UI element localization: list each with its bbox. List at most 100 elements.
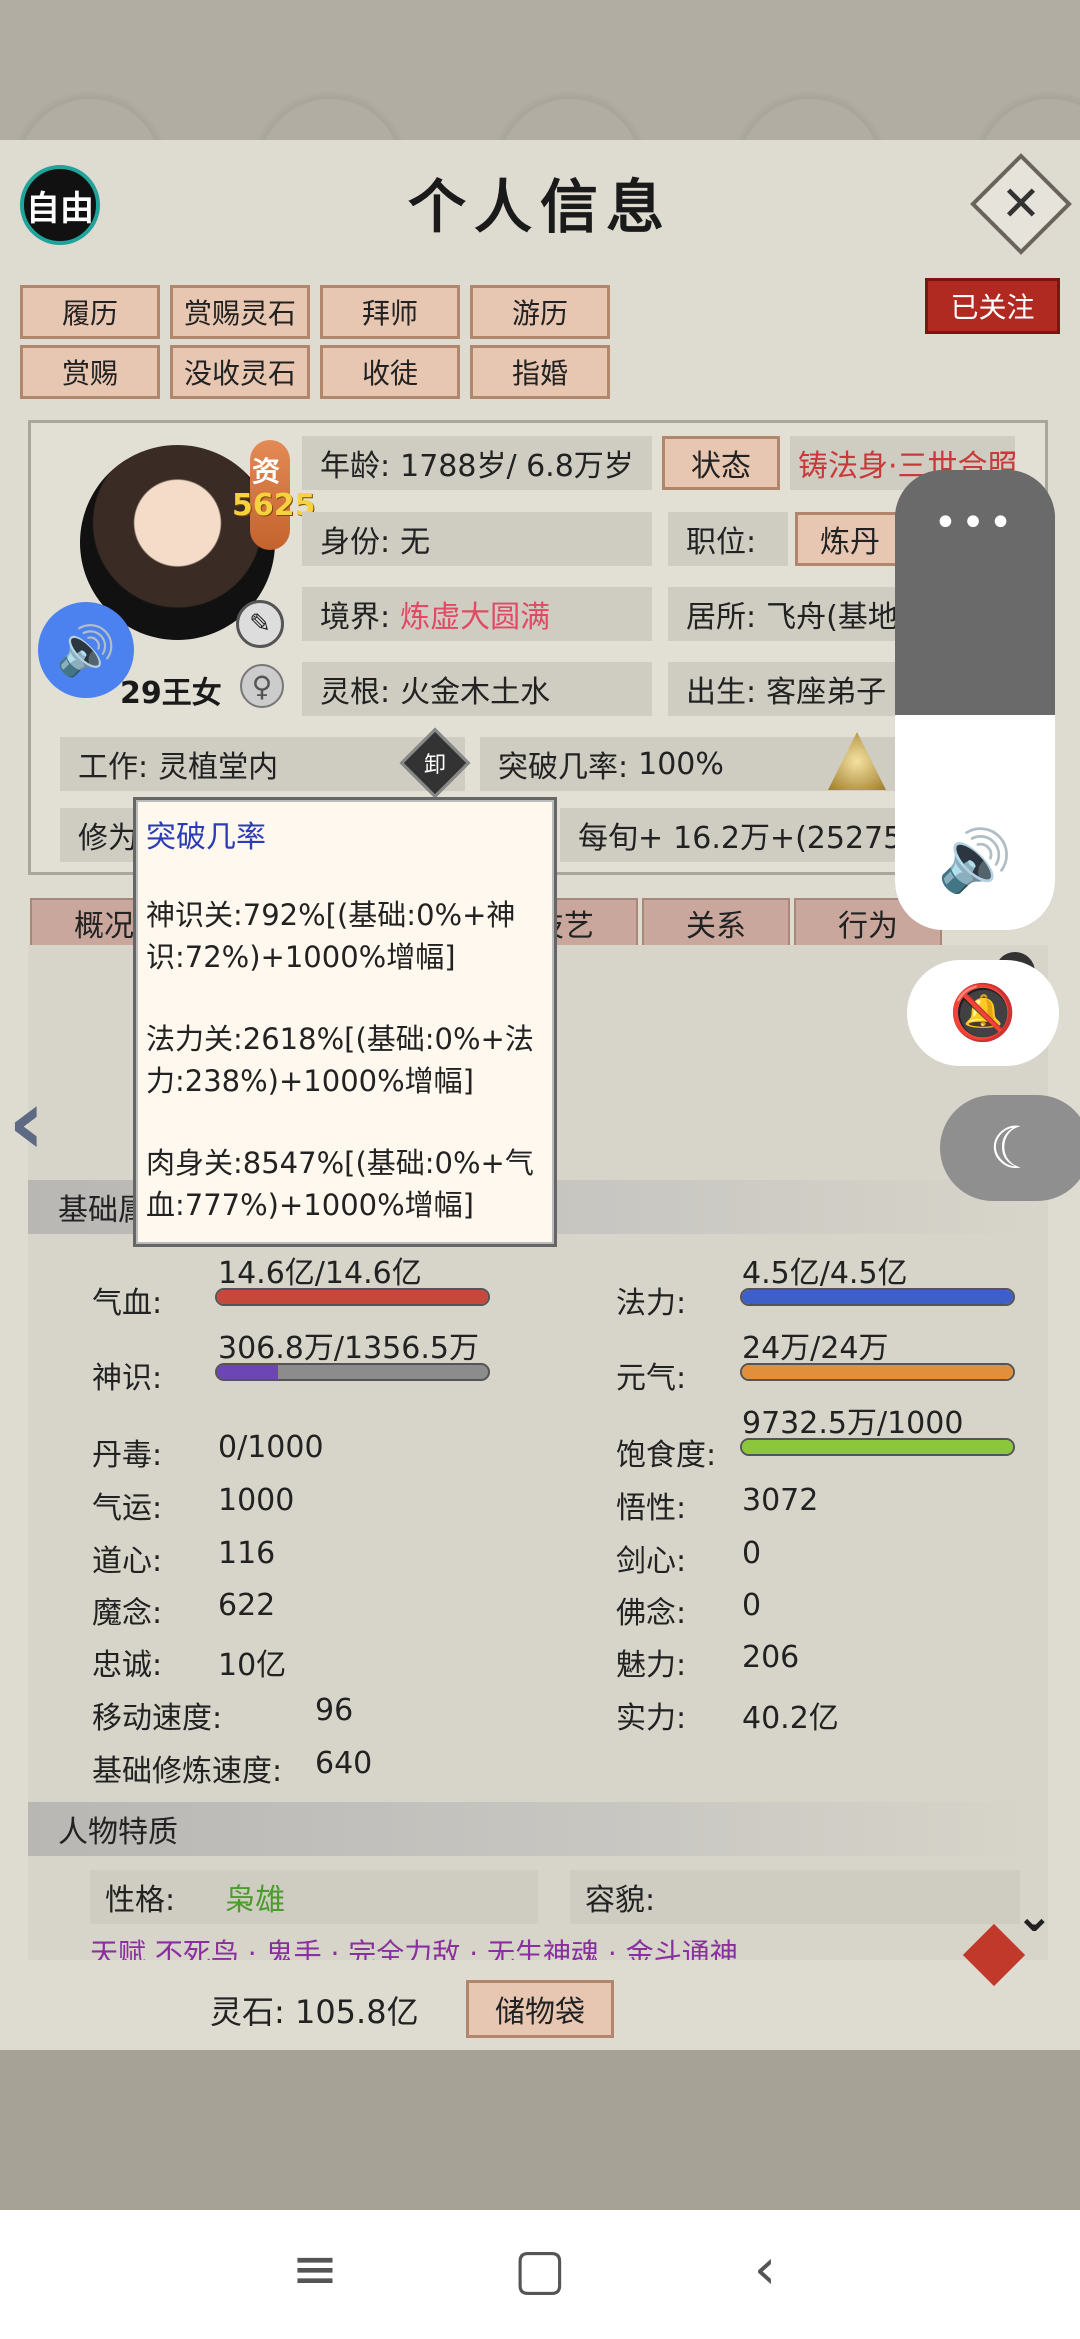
post-label: 职位: <box>686 525 757 560</box>
traits-header: 人物特质 <box>28 1802 1028 1856</box>
top-wave-background <box>0 0 1080 150</box>
age-label: 年龄: <box>320 449 391 484</box>
wisdom-value: 3072 <box>742 1483 819 1518</box>
personality-field: 性格: 枭雄 <box>90 1870 538 1924</box>
tooltip-title: 突破几率 <box>146 820 266 855</box>
charm-value: 206 <box>742 1640 800 1675</box>
follow-button[interactable]: 已关注 <box>925 278 1060 334</box>
back-icon[interactable]: ‹ <box>725 2237 805 2302</box>
breakthrough-tooltip: 突破几率 神识关:792%[(基础:0%+神识:72%)+1000%增幅] 法力… <box>133 797 557 1247</box>
sense-bar <box>215 1363 490 1381</box>
status-button[interactable]: 状态 <box>662 436 780 490</box>
qi-label: 元气: <box>616 1361 687 1396</box>
satiety-value: 9732.5万/1000 <box>742 1406 964 1441</box>
realm-label: 境界: <box>320 600 391 635</box>
age-value: 1788岁/ 6.8万岁 <box>400 449 634 484</box>
mana-label: 法力: <box>616 1286 687 1321</box>
poison-value: 0/1000 <box>218 1430 324 1465</box>
birth-label: 出生: <box>686 675 757 710</box>
close-icon[interactable]: ✕ <box>985 168 1057 240</box>
poison-label: 丹毒: <box>92 1438 163 1473</box>
personality-label: 性格: <box>105 1883 176 1918</box>
break-chance-value: 100% <box>638 746 724 782</box>
realm-value: 炼虚大圆满 <box>400 600 551 635</box>
volume-slider-panel[interactable]: ••• 🔊 <box>895 470 1055 930</box>
blood-value: 14.6亿/14.6亿 <box>218 1256 422 1291</box>
panel-bottom-band <box>0 2050 1080 2210</box>
apprentice-button[interactable]: 拜师 <box>320 285 460 339</box>
more-options-icon[interactable]: ••• <box>895 500 1055 546</box>
unload-job-label[interactable]: 卸 <box>410 738 460 788</box>
spirit-stone-amount: 灵石: 105.8亿 <box>210 1993 419 2031</box>
arrange-marriage-button[interactable]: 指婚 <box>470 345 610 399</box>
break-chance-label: 突破几率: <box>498 750 629 785</box>
identity-label: 身份: <box>320 525 391 560</box>
reward-stone-button[interactable]: 赏赐灵石 <box>170 285 310 339</box>
base-cultivation-label: 基础修炼速度: <box>92 1754 283 1789</box>
brush-icon[interactable]: ✎ <box>236 600 284 648</box>
sword-heart-value: 0 <box>742 1536 762 1571</box>
tooltip-line-sense: 神识关:792%[(基础:0%+神识:72%)+1000%增幅] <box>146 898 516 974</box>
volume-floating-button[interactable]: 🔊 <box>38 602 134 698</box>
job-value: 灵植堂内 <box>158 750 279 785</box>
tab-relations[interactable]: 关系 <box>642 898 790 948</box>
character-name: 29王女 <box>120 676 222 711</box>
blood-label: 气血: <box>92 1286 163 1321</box>
cultivation-label: 修为 <box>78 821 138 856</box>
looks-label: 容貌: <box>585 1883 656 1918</box>
age-field: 年龄: 1788岁/ 6.8万岁 <box>302 436 652 490</box>
wisdom-label: 悟性: <box>616 1491 687 1526</box>
storage-bag-button[interactable]: 储物袋 <box>466 1980 614 2038</box>
post-field: 职位: <box>668 512 788 566</box>
looks-field: 容貌: <box>570 1870 1020 1924</box>
mute-bell-icon[interactable]: 🔕 <box>907 960 1059 1066</box>
sword-heart-label: 剑心: <box>616 1544 687 1579</box>
confiscate-stone-button[interactable]: 没收灵石 <box>170 345 310 399</box>
dao-heart-value: 116 <box>218 1536 276 1571</box>
blood-bar-fill <box>217 1290 488 1304</box>
take-disciple-button[interactable]: 收徒 <box>320 345 460 399</box>
birth-value: 客座弟子 <box>766 675 887 710</box>
residence-value: 飞舟(基地 <box>766 600 898 635</box>
sense-bar-fill <box>217 1365 279 1379</box>
luck-label: 气运: <box>92 1491 163 1526</box>
reward-button[interactable]: 赏赐 <box>20 345 160 399</box>
luck-value: 1000 <box>218 1483 295 1518</box>
sense-label: 神识: <box>92 1361 163 1396</box>
sense-value: 306.8万/1356.5万 <box>218 1331 479 1366</box>
mana-bar <box>740 1288 1015 1306</box>
prev-character-arrow-icon[interactable]: ‹ <box>8 1070 45 1175</box>
satiety-bar <box>740 1438 1015 1456</box>
scroll-down-chevron-icon[interactable]: ⌄ <box>1015 1888 1054 1942</box>
buddha-thought-label: 佛念: <box>616 1596 687 1631</box>
speaker-icon: 🔊 <box>937 826 1013 896</box>
menu-icon[interactable]: ≡ <box>275 2237 355 2302</box>
buddha-thought-value: 0 <box>742 1588 762 1623</box>
move-speed-label: 移动速度: <box>92 1701 223 1736</box>
tooltip-line-body: 肉身关:8547%[(基础:0%+气血:777%)+1000%增幅] <box>146 1146 534 1222</box>
satiety-label: 饱食度: <box>616 1438 717 1473</box>
personality-value: 枭雄 <box>225 1883 286 1918</box>
realm-field: 境界: 炼虚大圆满 <box>302 587 652 641</box>
night-mode-moon-icon[interactable]: ☾ <box>940 1095 1080 1201</box>
female-gender-icon: ♀ <box>240 664 284 708</box>
resume-button[interactable]: 履历 <box>20 285 160 339</box>
per-turn-field: 每旬+ 16.2万+(25275 <box>560 808 900 862</box>
root-field: 灵根: 火金木土水 <box>302 662 652 716</box>
mana-bar-fill <box>742 1290 1013 1304</box>
home-icon[interactable]: ▢ <box>500 2237 580 2302</box>
aptitude-label: 资 <box>252 455 281 488</box>
mana-value: 4.5亿/4.5亿 <box>742 1256 908 1291</box>
birth-field: 出生: 客座弟子 <box>668 662 898 716</box>
charm-label: 魅力: <box>616 1648 687 1683</box>
demon-thought-label: 魔念: <box>92 1596 163 1631</box>
travel-button[interactable]: 游历 <box>470 285 610 339</box>
page-title: 个人信息 <box>407 173 672 241</box>
qi-bar <box>740 1363 1015 1381</box>
volume-track-filled[interactable] <box>895 715 1055 930</box>
loyalty-label: 忠诚: <box>92 1648 163 1683</box>
root-value: 火金木土水 <box>400 675 551 710</box>
loyalty-value: 10亿 <box>218 1648 287 1683</box>
talent-row-partial: 天赋 不死鸟 · 鬼手 · 完全力敌 · 无生神魂 · 金斗通神 <box>90 1937 738 1960</box>
power-label: 实力: <box>616 1701 687 1736</box>
